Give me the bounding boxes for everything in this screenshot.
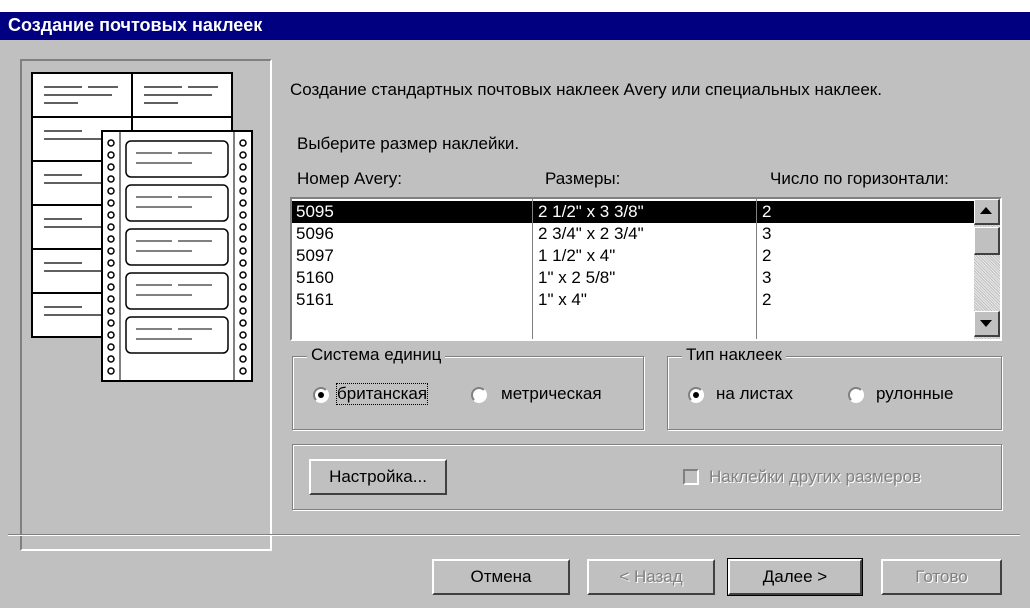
- list-row[interactable]: 5096 2 3/4" x 2 3/4" 3: [292, 223, 974, 245]
- back-button[interactable]: < Назад: [587, 559, 715, 595]
- custom-sizes-checkbox[interactable]: [683, 469, 699, 485]
- list-scrollbar[interactable]: [974, 199, 1000, 339]
- cancel-button[interactable]: Отмена: [432, 559, 570, 595]
- label-wizard-dialog: Создание почтовых наклеек Создание станд…: [0, 12, 1030, 608]
- scroll-down-button[interactable]: [974, 311, 1000, 337]
- list-row[interactable]: 5160 1" x 2 5/8" 3: [292, 267, 974, 289]
- list-cell-across: 2: [762, 246, 772, 265]
- list-cell-across: 3: [762, 268, 772, 287]
- label-size-list[interactable]: 5095 2 1/2" x 3 3/8" 2 5096 2 3/4" x 2 3…: [290, 197, 1002, 341]
- radio-continuous[interactable]: [848, 387, 864, 403]
- list-row[interactable]: 5161 1" x 4" 2: [292, 289, 974, 311]
- list-cell-across: 2: [762, 202, 772, 221]
- list-cell-number: 5161: [296, 290, 334, 309]
- customize-button[interactable]: Настройка...: [309, 459, 447, 495]
- finish-button[interactable]: Готово: [881, 559, 1002, 595]
- list-cell-across: 2: [762, 290, 772, 309]
- list-cell-across: 3: [762, 224, 772, 243]
- list-cell-size: 2 1/2" x 3 3/8": [538, 202, 644, 221]
- radio-sheet-feed-label[interactable]: на листах: [716, 384, 793, 404]
- radio-imperial[interactable]: [313, 387, 329, 403]
- list-cell-size: 1" x 4": [538, 290, 587, 309]
- arrow-up-icon: [980, 207, 992, 214]
- list-cell-number: 5097: [296, 246, 334, 265]
- list-cell-size: 2 3/4" x 2 3/4": [538, 224, 644, 243]
- title-bar[interactable]: Создание почтовых наклеек: [0, 12, 1030, 40]
- footer-divider: [8, 534, 1020, 536]
- radio-sheet-feed[interactable]: [688, 387, 704, 403]
- radio-imperial-label[interactable]: британская: [335, 383, 429, 405]
- next-button[interactable]: Далее >: [727, 558, 863, 596]
- list-cell-number: 5160: [296, 268, 334, 287]
- column-divider: [532, 199, 533, 339]
- radio-metric[interactable]: [471, 387, 487, 403]
- label-type-group: Тип наклеек на листах рулонные: [667, 345, 1002, 430]
- column-header-number: Номер Avery:: [297, 169, 402, 188]
- units-group-label: Система единиц: [307, 345, 446, 365]
- label-type-group-label: Тип наклеек: [682, 345, 786, 365]
- scroll-up-button[interactable]: [974, 199, 1000, 225]
- scroll-thumb[interactable]: [974, 227, 1000, 255]
- intro-text: Создание стандартных почтовых наклеек Av…: [290, 80, 882, 99]
- labels-illustration: [20, 59, 272, 551]
- column-header-across: Число по горизонтали:: [770, 169, 949, 188]
- window-title: Создание почтовых наклеек: [8, 15, 263, 35]
- list-row[interactable]: 5095 2 1/2" x 3 3/8" 2: [292, 201, 974, 223]
- list-cell-number: 5095: [296, 202, 334, 221]
- custom-sizes-label: Наклейки других размеров: [709, 467, 922, 486]
- units-group: Система единиц британская метрическая: [292, 345, 644, 430]
- customize-group: Настройка... Наклейки других размеров: [292, 444, 1002, 510]
- label-sheets-icon: [31, 72, 253, 382]
- radio-continuous-label[interactable]: рулонные: [876, 384, 953, 404]
- list-cell-size: 1" x 2 5/8": [538, 268, 616, 287]
- arrow-down-icon: [980, 320, 992, 327]
- column-header-size: Размеры:: [545, 169, 621, 188]
- list-cell-number: 5096: [296, 224, 334, 243]
- column-divider: [756, 199, 757, 339]
- prompt-text: Выберите размер наклейки.: [297, 134, 520, 153]
- radio-metric-label[interactable]: метрическая: [501, 384, 602, 404]
- list-cell-size: 1 1/2" x 4": [538, 246, 616, 265]
- list-row[interactable]: 5097 1 1/2" x 4" 2: [292, 245, 974, 267]
